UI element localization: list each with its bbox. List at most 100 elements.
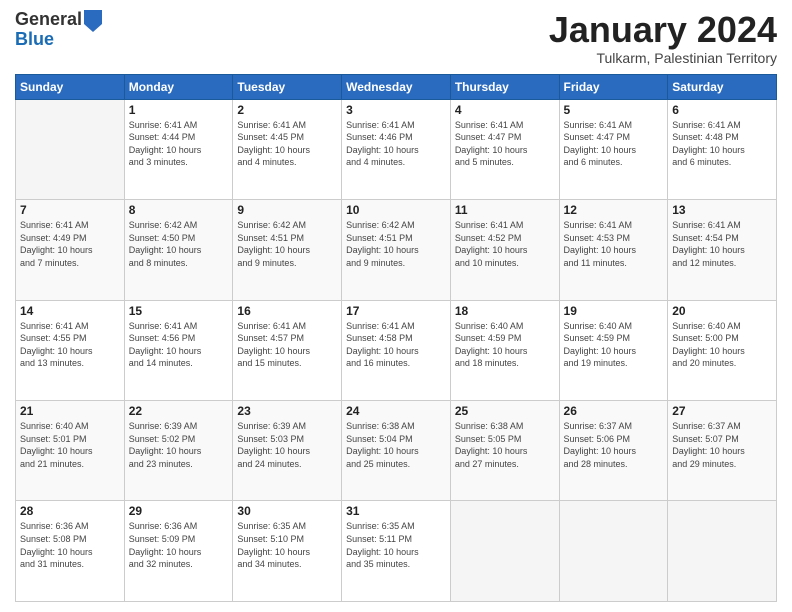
calendar-cell: 7Sunrise: 6:41 AM Sunset: 4:49 PM Daylig… (16, 200, 125, 300)
weekday-header-saturday: Saturday (668, 74, 777, 99)
calendar-week-row: 7Sunrise: 6:41 AM Sunset: 4:49 PM Daylig… (16, 200, 777, 300)
day-info: Sunrise: 6:42 AM Sunset: 4:51 PM Dayligh… (237, 219, 337, 269)
day-number: 18 (455, 304, 555, 318)
weekday-header-row: SundayMondayTuesdayWednesdayThursdayFrid… (16, 74, 777, 99)
day-number: 24 (346, 404, 446, 418)
header: General Blue January 2024 Tulkarm, Pales… (15, 10, 777, 66)
calendar-cell: 18 Sunrise: 6:40 AM Sunset: 4:59 PM Dayli… (450, 300, 559, 400)
calendar-cell: 22 Sunrise: 6:39 AM Sunset: 5:02 PM Dayli… (124, 401, 233, 501)
day-number: 4 (455, 103, 555, 117)
day-info: Sunrise: 6:35 AM Sunset: 5:10 PM Dayligh… (237, 520, 337, 570)
day-info: Sunrise: 6:36 AM Sunset: 5:09 PM Dayligh… (129, 520, 229, 570)
calendar-cell: 12 Sunrise: 6:41 AM Sunset: 4:53 PM Dayli… (559, 200, 668, 300)
weekday-header-monday: Monday (124, 74, 233, 99)
calendar-cell (668, 501, 777, 602)
day-info: Sunrise: 6:36 AM Sunset: 5:08 PM Dayligh… (20, 520, 120, 570)
calendar-cell: 21 Sunrise: 6:40 AM Sunset: 5:01 PM Dayli… (16, 401, 125, 501)
day-number: 9 (237, 203, 337, 217)
calendar-cell: 27Sunrise: 6:37 AM Sunset: 5:07 PM Dayli… (668, 401, 777, 501)
calendar-week-row: 1 Sunrise: 6:41 AM Sunset: 4:44 PM Daylig… (16, 99, 777, 199)
calendar-cell: 30 Sunrise: 6:35 AM Sunset: 5:10 PM Dayli… (233, 501, 342, 602)
calendar-table: SundayMondayTuesdayWednesdayThursdayFrid… (15, 74, 777, 602)
weekday-header-friday: Friday (559, 74, 668, 99)
calendar-cell: 11Sunrise: 6:41 AM Sunset: 4:52 PM Dayli… (450, 200, 559, 300)
calendar-cell: 20Sunrise: 6:40 AM Sunset: 5:00 PM Dayli… (668, 300, 777, 400)
weekday-header-tuesday: Tuesday (233, 74, 342, 99)
day-info: Sunrise: 6:41 AM Sunset: 4:49 PM Dayligh… (20, 219, 120, 269)
day-info: Sunrise: 6:39 AM Sunset: 5:03 PM Dayligh… (237, 420, 337, 470)
location: Tulkarm, Palestinian Territory (549, 50, 777, 66)
day-info: Sunrise: 6:41 AM Sunset: 4:46 PM Dayligh… (346, 119, 446, 169)
day-info: Sunrise: 6:41 AM Sunset: 4:53 PM Dayligh… (564, 219, 664, 269)
calendar-cell: 29 Sunrise: 6:36 AM Sunset: 5:09 PM Dayli… (124, 501, 233, 602)
calendar-cell: 8 Sunrise: 6:42 AM Sunset: 4:50 PM Daylig… (124, 200, 233, 300)
day-info: Sunrise: 6:42 AM Sunset: 4:50 PM Dayligh… (129, 219, 229, 269)
calendar-cell: 4 Sunrise: 6:41 AM Sunset: 4:47 PM Daylig… (450, 99, 559, 199)
month-title: January 2024 (549, 10, 777, 50)
calendar-cell: 19 Sunrise: 6:40 AM Sunset: 4:59 PM Dayli… (559, 300, 668, 400)
day-info: Sunrise: 6:41 AM Sunset: 4:52 PM Dayligh… (455, 219, 555, 269)
calendar-cell: 23 Sunrise: 6:39 AM Sunset: 5:03 PM Dayli… (233, 401, 342, 501)
day-number: 21 (20, 404, 120, 418)
day-number: 29 (129, 504, 229, 518)
calendar-cell (16, 99, 125, 199)
day-info: Sunrise: 6:35 AM Sunset: 5:11 PM Dayligh… (346, 520, 446, 570)
logo-icon (84, 10, 102, 32)
logo-blue: Blue (15, 30, 82, 50)
calendar-cell: 17Sunrise: 6:41 AM Sunset: 4:58 PM Dayli… (342, 300, 451, 400)
calendar-cell: 31 Sunrise: 6:35 AM Sunset: 5:11 PM Dayli… (342, 501, 451, 602)
day-number: 19 (564, 304, 664, 318)
day-info: Sunrise: 6:39 AM Sunset: 5:02 PM Dayligh… (129, 420, 229, 470)
day-number: 22 (129, 404, 229, 418)
calendar-cell: 6Sunrise: 6:41 AM Sunset: 4:48 PM Daylig… (668, 99, 777, 199)
day-info: Sunrise: 6:38 AM Sunset: 5:04 PM Dayligh… (346, 420, 446, 470)
calendar-cell: 15Sunrise: 6:41 AM Sunset: 4:56 PM Dayli… (124, 300, 233, 400)
day-number: 30 (237, 504, 337, 518)
day-info: Sunrise: 6:41 AM Sunset: 4:57 PM Dayligh… (237, 320, 337, 370)
weekday-header-thursday: Thursday (450, 74, 559, 99)
calendar-cell: 9 Sunrise: 6:42 AM Sunset: 4:51 PM Daylig… (233, 200, 342, 300)
calendar-cell: 16 Sunrise: 6:41 AM Sunset: 4:57 PM Dayli… (233, 300, 342, 400)
calendar-cell (450, 501, 559, 602)
day-info: Sunrise: 6:41 AM Sunset: 4:45 PM Dayligh… (237, 119, 337, 169)
day-info: Sunrise: 6:40 AM Sunset: 5:01 PM Dayligh… (20, 420, 120, 470)
calendar-week-row: 14 Sunrise: 6:41 AM Sunset: 4:55 PM Dayli… (16, 300, 777, 400)
day-number: 13 (672, 203, 772, 217)
day-number: 3 (346, 103, 446, 117)
day-number: 14 (20, 304, 120, 318)
day-number: 16 (237, 304, 337, 318)
day-info: Sunrise: 6:40 AM Sunset: 4:59 PM Dayligh… (455, 320, 555, 370)
day-info: Sunrise: 6:40 AM Sunset: 4:59 PM Dayligh… (564, 320, 664, 370)
day-number: 31 (346, 504, 446, 518)
day-info: Sunrise: 6:41 AM Sunset: 4:55 PM Dayligh… (20, 320, 120, 370)
day-info: Sunrise: 6:41 AM Sunset: 4:47 PM Dayligh… (564, 119, 664, 169)
day-number: 26 (564, 404, 664, 418)
logo-text: General Blue (15, 10, 82, 50)
day-info: Sunrise: 6:41 AM Sunset: 4:47 PM Dayligh… (455, 119, 555, 169)
day-number: 8 (129, 203, 229, 217)
day-info: Sunrise: 6:38 AM Sunset: 5:05 PM Dayligh… (455, 420, 555, 470)
day-number: 25 (455, 404, 555, 418)
day-info: Sunrise: 6:41 AM Sunset: 4:44 PM Dayligh… (129, 119, 229, 169)
day-number: 1 (129, 103, 229, 117)
weekday-header-wednesday: Wednesday (342, 74, 451, 99)
day-number: 12 (564, 203, 664, 217)
calendar-cell: 26Sunrise: 6:37 AM Sunset: 5:06 PM Dayli… (559, 401, 668, 501)
day-number: 27 (672, 404, 772, 418)
day-info: Sunrise: 6:42 AM Sunset: 4:51 PM Dayligh… (346, 219, 446, 269)
day-number: 20 (672, 304, 772, 318)
calendar-cell: 13Sunrise: 6:41 AM Sunset: 4:54 PM Dayli… (668, 200, 777, 300)
day-number: 15 (129, 304, 229, 318)
calendar-week-row: 28Sunrise: 6:36 AM Sunset: 5:08 PM Dayli… (16, 501, 777, 602)
calendar-week-row: 21 Sunrise: 6:40 AM Sunset: 5:01 PM Dayli… (16, 401, 777, 501)
calendar-cell: 24 Sunrise: 6:38 AM Sunset: 5:04 PM Dayli… (342, 401, 451, 501)
day-number: 2 (237, 103, 337, 117)
day-info: Sunrise: 6:41 AM Sunset: 4:48 PM Dayligh… (672, 119, 772, 169)
calendar-cell (559, 501, 668, 602)
day-number: 23 (237, 404, 337, 418)
day-info: Sunrise: 6:41 AM Sunset: 4:58 PM Dayligh… (346, 320, 446, 370)
calendar-cell: 10Sunrise: 6:42 AM Sunset: 4:51 PM Dayli… (342, 200, 451, 300)
logo-general: General (15, 10, 82, 30)
title-block: January 2024 Tulkarm, Palestinian Territ… (549, 10, 777, 66)
calendar-cell: 25 Sunrise: 6:38 AM Sunset: 5:05 PM Dayli… (450, 401, 559, 501)
